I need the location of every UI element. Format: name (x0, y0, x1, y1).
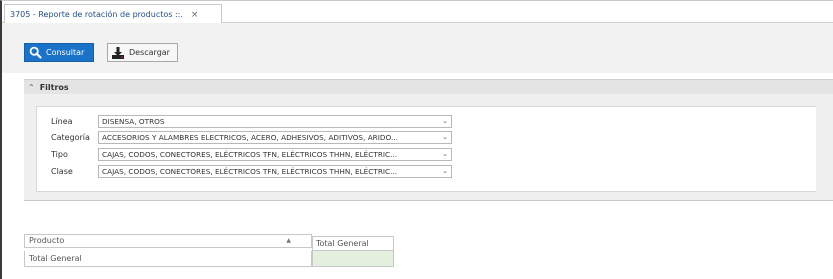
tipo-select-value: CAJAS, CODOS, CONECTORES, ELÉCTRICOS TFN… (102, 150, 398, 159)
tab-title: 3705 - Reporte de rotación de productos … (10, 10, 183, 19)
consultar-button[interactable]: Consultar (24, 43, 94, 62)
total-general-cell[interactable] (312, 251, 394, 267)
clase-select-value: CAJAS, CODOS, CONECTORES, ELÉCTRICOS TFN… (102, 167, 398, 176)
filter-row-clase: Clase CAJAS, CODOS, CONECTORES, ELÉCTRIC… (37, 165, 817, 178)
filtros-form: Línea DISENSA, OTROS ⌄ Categoría ACCESOR… (36, 106, 816, 192)
download-icon (111, 46, 125, 60)
filter-label-categoria: Categoría (51, 133, 90, 142)
filtros-panel: Línea DISENSA, OTROS ⌄ Categoría ACCESOR… (24, 94, 833, 200)
chevron-down-icon: ⌄ (442, 150, 448, 158)
pivot-grid: Producto ▲ Total General Total General (24, 200, 833, 279)
sort-asc-icon[interactable]: ▲ (286, 235, 291, 247)
total-general-header[interactable]: Total General (312, 236, 394, 251)
chevron-up-icon: ⌃ (28, 82, 35, 92)
producto-header-label: Producto (29, 236, 65, 245)
filter-label-tipo: Tipo (51, 150, 68, 159)
tab-strip: 3705 - Reporte de rotación de productos … (2, 1, 833, 24)
linea-select[interactable]: DISENSA, OTROS ⌄ (98, 115, 452, 128)
filter-row-tipo: Tipo CAJAS, CODOS, CONECTORES, ELÉCTRICO… (37, 148, 817, 161)
tab-report[interactable]: 3705 - Reporte de rotación de productos … (4, 4, 222, 24)
chevron-down-icon: ⌄ (442, 133, 448, 141)
categoria-select-value: ACCESORIOS Y ALAMBRES ELECTRICOS, ACERO,… (102, 133, 398, 142)
producto-header[interactable]: Producto ▲ (24, 234, 312, 248)
filter-row-categoria: Categoría ACCESORIOS Y ALAMBRES ELECTRIC… (37, 131, 817, 144)
filter-row-linea: Línea DISENSA, OTROS ⌄ (37, 115, 817, 128)
descargar-button[interactable]: Descargar (107, 43, 178, 62)
filtros-title: Filtros (39, 82, 69, 92)
search-icon (28, 46, 42, 60)
chevron-down-icon: ⌄ (442, 117, 448, 125)
linea-select-value: DISENSA, OTROS (102, 117, 165, 126)
filter-label-linea: Línea (51, 117, 73, 126)
chevron-down-icon: ⌄ (442, 167, 448, 175)
close-icon[interactable]: × (191, 10, 199, 20)
filtros-header[interactable]: ⌃ Filtros (24, 79, 833, 94)
tipo-select[interactable]: CAJAS, CODOS, CONECTORES, ELÉCTRICOS TFN… (98, 148, 452, 161)
toolbar: Consultar Descargar (2, 23, 833, 73)
descargar-label: Descargar (129, 48, 170, 57)
filter-label-clase: Clase (51, 167, 73, 176)
categoria-select[interactable]: ACCESORIOS Y ALAMBRES ELECTRICOS, ACERO,… (98, 131, 452, 144)
clase-select[interactable]: CAJAS, CODOS, CONECTORES, ELÉCTRICOS TFN… (98, 165, 452, 178)
total-general-row-label: Total General (24, 251, 312, 267)
consultar-label: Consultar (46, 48, 85, 57)
